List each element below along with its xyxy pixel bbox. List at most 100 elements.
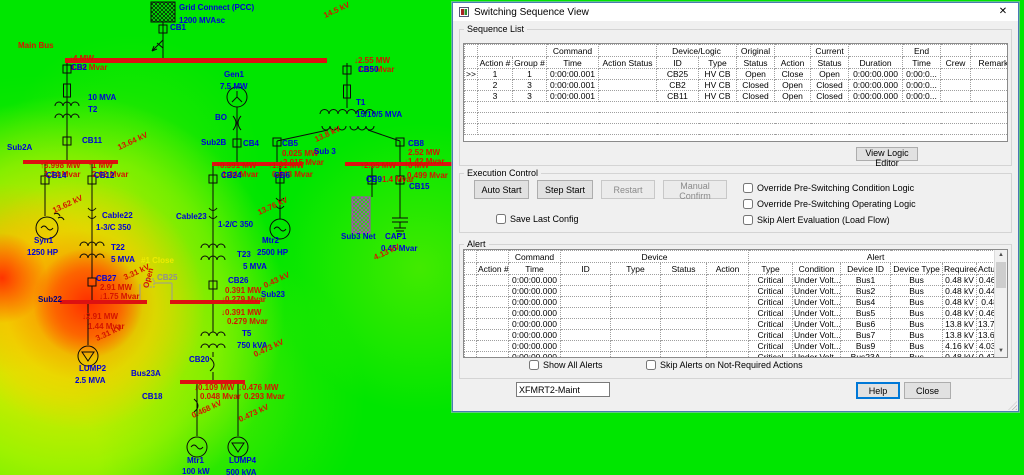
save-last-config-box[interactable] [496,214,506,224]
scroll-up-icon[interactable]: ▲ [995,250,1007,261]
cell [561,330,611,341]
table-row[interactable]: 0:00:00.000CriticalUnder Volt...Bus6Bus1… [465,319,996,330]
close-icon[interactable]: ✕ [988,3,1018,21]
sequence-table-container[interactable]: CommandDevice/LogicOriginalCurrentEndAct… [463,43,1008,142]
table-row[interactable]: 0:00:00.000CriticalUnder Volt...Bus1Bus0… [465,275,996,286]
scroll-thumb[interactable] [996,262,1006,288]
diagram-label: CB8 [408,140,424,148]
diagram-label: 0.391 MW [225,287,261,295]
auto-start-button[interactable]: Auto Start [474,180,529,199]
column-group-header: Device/Logic [657,45,737,57]
cell: Critical [749,297,793,308]
column-header: Action [707,263,749,275]
skip-alerts-box[interactable] [646,360,656,370]
cell: 13.8 kV [943,330,977,341]
cell: 0:00:00.000 [509,308,561,319]
cell: Bus5 [841,308,891,319]
table-row[interactable]: 0:00:00.000CriticalUnder Volt...Bus2Bus0… [465,286,996,297]
column-group-header: Original [737,45,775,57]
load-lump2-icon[interactable] [78,346,98,366]
load-lump4-icon[interactable] [228,437,248,457]
diagram-label: CB20 [189,356,209,364]
close-button[interactable]: Close [904,382,951,399]
table-row[interactable]: 330:00:00.001CB11HV CBClosedOpenClosed0:… [465,91,1009,102]
grid-table[interactable]: CommandDeviceAlertAction #TimeIDTypeStat… [464,250,995,357]
diagram-label: CB15 [409,183,429,191]
cell: 0:00:0... [903,69,941,80]
titlebar[interactable]: Switching Sequence View ✕ [453,3,1018,21]
cell [477,330,509,341]
cell: Under Volt... [793,330,841,341]
scroll-down-icon[interactable]: ▼ [995,346,1007,357]
cell [561,297,611,308]
table-row[interactable]: >>110:00:00.001CB25HV CBOpenCloseOpen0:0… [465,69,1009,80]
override-operating-box[interactable] [743,199,753,209]
diagram-label: CB11 [82,137,102,145]
diagram-label: Sub3 Net [341,233,376,241]
override-condition-logic-checkbox[interactable]: Override Pre-Switching Condition Logic [743,183,914,193]
breaker-cb20-icon[interactable] [210,352,214,380]
diagram-label: ↓2.55 MW [354,57,390,65]
skip-alert-eval-label: Skip Alert Evaluation (Load Flow) [757,215,890,225]
show-all-alerts-box[interactable] [529,360,539,370]
cell [477,286,509,297]
step-start-button[interactable]: Step Start [537,180,593,199]
cell: Bus [891,308,943,319]
override-operating-logic-checkbox[interactable]: Override Pre-Switching Operating Logic [743,199,916,209]
table-row[interactable]: 0:00:00.000CriticalUnder Volt...Bus23ABu… [465,352,996,358]
override-operating-label: Override Pre-Switching Operating Logic [757,199,916,209]
diagram-label: 2.5 MVA [75,377,106,385]
cell: 0:00:00.000 [509,352,561,358]
restart-button[interactable]: Restart [601,180,655,199]
active-row-marker[interactable]: >> [465,69,478,80]
table-row[interactable]: 0:00:00.000CriticalUnder Volt...Bus5Bus0… [465,308,996,319]
column-group-header: Device [561,251,749,263]
diagram-label: ↓0.476 MW [238,384,278,392]
help-button[interactable]: Help [856,382,900,399]
cell [561,286,611,297]
cell: 0:00:00.000 [849,80,903,91]
column-group-header: End [903,45,941,57]
table-row[interactable]: 230:00:00.001CB2HV CBClosedOpenClosed0:0… [465,80,1009,91]
override-condition-box[interactable] [743,183,753,193]
table-row[interactable]: 0:00:00.000CriticalUnder Volt...Bus7Bus1… [465,330,996,341]
config-name-input[interactable] [516,382,610,397]
resize-grip[interactable] [1008,401,1017,410]
diagram-label: Cable22 [102,212,133,220]
column-group-header [849,45,903,57]
table-row[interactable]: 0:00:00.000CriticalUnder Volt...Bus9Bus4… [465,341,996,352]
column-header: Type [611,263,661,275]
cell: Bus [891,330,943,341]
diagram-label: CB1 [170,24,186,32]
network-sub3net-icon[interactable] [352,197,370,233]
table-row[interactable]: 0:00:00.000CriticalUnder Volt...Bus4Bus0… [465,297,996,308]
diagram-label: Sub22 [38,296,62,304]
diagram-label: ↓0.391 MW [221,309,261,317]
skip-alert-evaluation-checkbox[interactable]: Skip Alert Evaluation (Load Flow) [743,215,890,225]
view-logic-editor-button[interactable]: View Logic Editor [856,147,918,161]
cell: 0:00:0... [903,80,941,91]
cell: Under Volt... [793,308,841,319]
diagram-label: ↓1.75 Mvar [99,293,139,301]
cell [477,297,509,308]
skip-alerts-checkbox[interactable]: Skip Alerts on Not-Required Actions [646,360,803,370]
show-all-alerts-checkbox[interactable]: Show All Alerts [529,360,603,370]
diagram-label: 2.52 MW [408,149,440,157]
grid-table[interactable]: CommandDevice/LogicOriginalCurrentEndAct… [464,44,1008,135]
alert-table-container[interactable]: CommandDeviceAlertAction #TimeIDTypeStat… [463,249,1008,358]
cell [599,91,657,102]
cell: 13.8 kV [943,319,977,330]
diagram-label: CB18 [142,393,162,401]
cell: 0:00:00.001 [547,80,599,91]
diagram-label: Gen1 [224,71,244,79]
cell: Critical [749,352,793,358]
alert-table[interactable]: CommandDeviceAlertAction #TimeIDTypeStat… [464,250,995,357]
alert-scrollbar[interactable]: ▲ ▼ [994,250,1007,357]
breaker-cb27[interactable] [88,278,96,286]
skip-alert-eval-box[interactable] [743,215,753,225]
save-last-config-checkbox[interactable]: Save Last Config [496,214,579,224]
utility-grid-symbol[interactable] [151,2,175,22]
transformer-t5-icon[interactable] [201,332,225,336]
column-group-header: Command [547,45,599,57]
manual-confirm-button[interactable]: Manual Confirm [663,180,727,199]
